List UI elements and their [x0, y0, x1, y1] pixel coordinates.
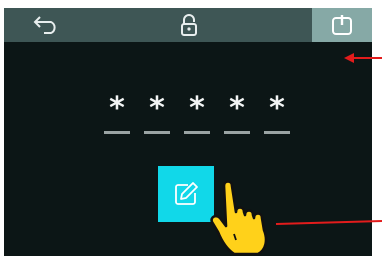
- pin-char: *: [189, 91, 205, 126]
- lock-button[interactable]: [169, 8, 209, 42]
- pin-slot: *: [184, 94, 210, 140]
- pin-slot: *: [224, 94, 250, 140]
- pin-char: *: [149, 91, 165, 126]
- pin-slot: *: [264, 94, 290, 140]
- back-button[interactable]: [26, 8, 66, 42]
- edit-pencil-icon: [175, 182, 198, 205]
- pin-underline: [104, 131, 130, 134]
- pin-slot: *: [144, 94, 170, 140]
- pin-underline: [224, 131, 250, 134]
- pin-underline: [184, 131, 210, 134]
- pin-underline: [144, 131, 170, 134]
- padlock-icon: [181, 14, 197, 36]
- power-icon: [332, 15, 352, 35]
- back-arrow-icon: [33, 16, 56, 34]
- annotation-arrow: [344, 53, 382, 63]
- pin-char: *: [109, 91, 125, 126]
- screenshot-frame: * * * * *: [0, 0, 382, 256]
- pin-entry-field[interactable]: * * * * *: [104, 94, 294, 140]
- pin-slot: *: [104, 94, 130, 140]
- edit-button[interactable]: [158, 166, 214, 222]
- pin-char: *: [229, 91, 245, 126]
- top-bar: [4, 8, 372, 42]
- annotation-line: [276, 220, 382, 225]
- power-button[interactable]: [312, 8, 372, 42]
- pin-underline: [264, 131, 290, 134]
- pin-char: *: [269, 91, 285, 126]
